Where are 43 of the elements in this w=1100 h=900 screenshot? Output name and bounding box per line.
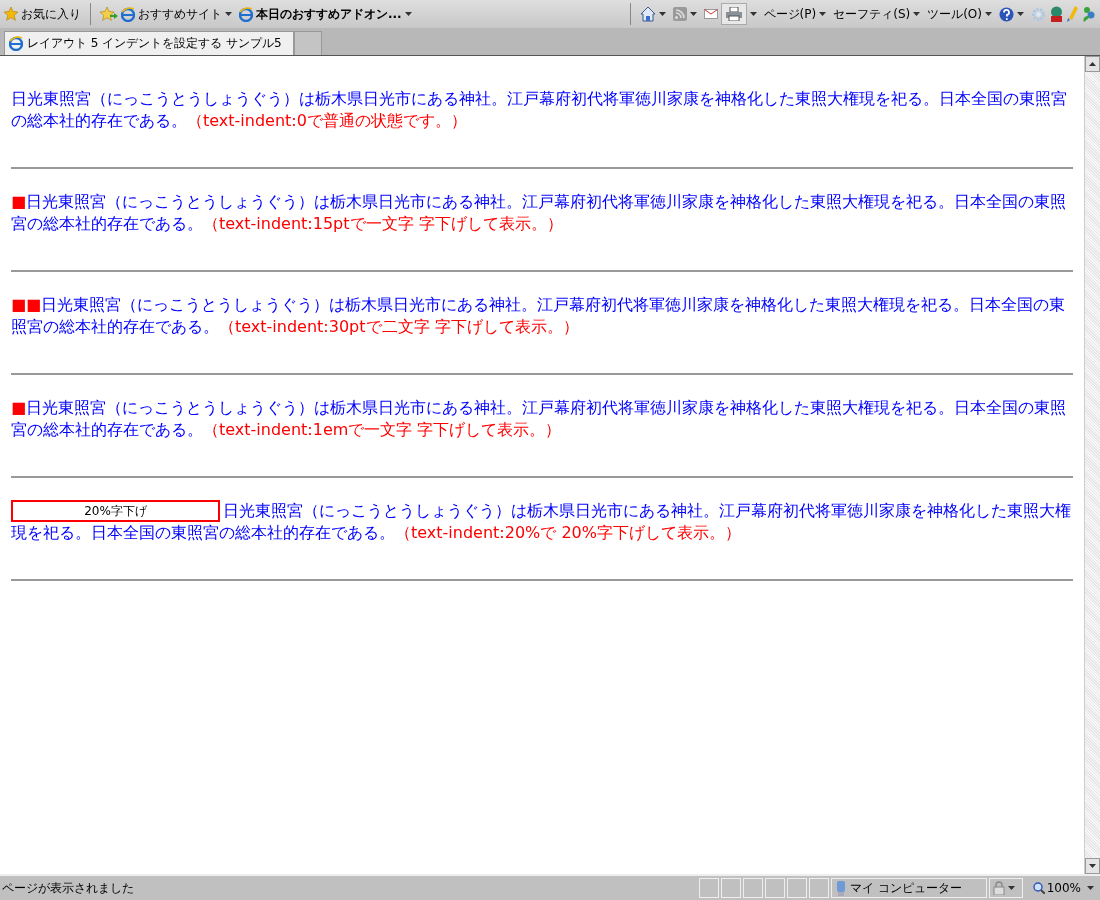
caret-icon[interactable] <box>1007 886 1015 890</box>
paragraph: ■日光東照宮（にっこうとうしょうぐう）は栃木県日光市にある神社。江戸幕府初代将軍徳川家康を神格化した東照大権現を祀る。日本全国の東照宮の総本社的存在である。（text-indent:1emで一文字 字下げして表示。） <box>11 397 1068 441</box>
messenger-icon[interactable] <box>1082 6 1096 22</box>
paragraph: 日光東照宮（にっこうとうしょうぐう）は栃木県日光市にある神社。江戸幕府初代将軍徳川家康を神格化した東照大権現を祀る。日本全国の東照宮の総本社的存在である。（text-indent:0で普通の状態です。） <box>11 88 1068 132</box>
help-icon[interactable] <box>999 6 1014 22</box>
down-arrow-icon[interactable] <box>1089 864 1096 868</box>
protected-mode-button[interactable] <box>988 878 1023 898</box>
favorites-bar-link[interactable]: 本日のおすすめアドオン... <box>239 5 402 23</box>
security-zone: マイ コンピューター <box>830 878 987 898</box>
caret-icon[interactable] <box>913 12 921 16</box>
print-button[interactable] <box>720 3 747 25</box>
status-message: ページが表示されました <box>2 879 135 897</box>
zoom-button[interactable]: 100% <box>1024 881 1085 895</box>
up-arrow-icon[interactable] <box>1089 62 1096 66</box>
menu-command[interactable]: ページ(P) <box>763 5 817 23</box>
caret-icon[interactable] <box>985 12 992 16</box>
mail-icon[interactable] <box>703 9 718 19</box>
home-icon[interactable] <box>639 6 656 22</box>
favorites-button[interactable]: お気に入り <box>4 5 81 23</box>
globe-e-icon <box>9 36 23 51</box>
menu-command[interactable]: セーフティ(S) <box>833 5 911 23</box>
caret-icon[interactable] <box>404 12 412 16</box>
caret-icon[interactable] <box>689 12 697 16</box>
paragraph: 20%字下げ 日光東照宮（にっこうとうしょうぐう）は栃木県日光市にある神社。江戸幕府初代将軍徳川家康を神格化した東照大権現を祀る。日本全国の東照宮の総本社的存在である。（text-indent:20%で 20%字下げして表示。） <box>11 500 1072 544</box>
paragraph: ■日光東照宮（にっこうとうしょうぐう）は栃木県日光市にある神社。江戸幕府初代将軍徳川家康を神格化した東照大権現を祀る。日本全国の東照宮の総本社的存在である。（text-indent:15ptで一文字 字下げして表示。） <box>11 191 1068 235</box>
caret-icon[interactable] <box>1017 12 1024 16</box>
caret-icon[interactable] <box>1087 886 1094 890</box>
caret-icon[interactable] <box>819 12 827 16</box>
star-icon <box>4 7 18 21</box>
globe-e-icon <box>121 6 135 22</box>
browser-tab[interactable]: レイアウト 5 インデントを設定する サンプル5 <box>4 31 294 55</box>
magnifier-icon <box>1032 882 1045 894</box>
caret-icon[interactable] <box>225 12 232 16</box>
paragraph: ■■日光東照宮（にっこうとうしょうぐう）は栃木県日光市にある神社。江戸幕府初代将軍徳川家康を神格化した東照大権現を祀る。日本全国の東照宮の総本社的存在である。（text-indent:30ptで二文字 字下げして表示。） <box>11 294 1067 338</box>
lock-icon <box>992 881 1005 895</box>
globe-e-icon <box>239 6 253 22</box>
computer-icon <box>835 880 846 896</box>
caret-icon[interactable] <box>658 12 666 16</box>
caret-icon[interactable] <box>749 12 757 16</box>
favorites-bar-link[interactable]: おすすめサイト <box>121 5 222 23</box>
printer-icon <box>725 7 742 21</box>
menu-command[interactable]: ツール(O) <box>927 5 982 23</box>
scrollbar[interactable] <box>1084 56 1100 874</box>
